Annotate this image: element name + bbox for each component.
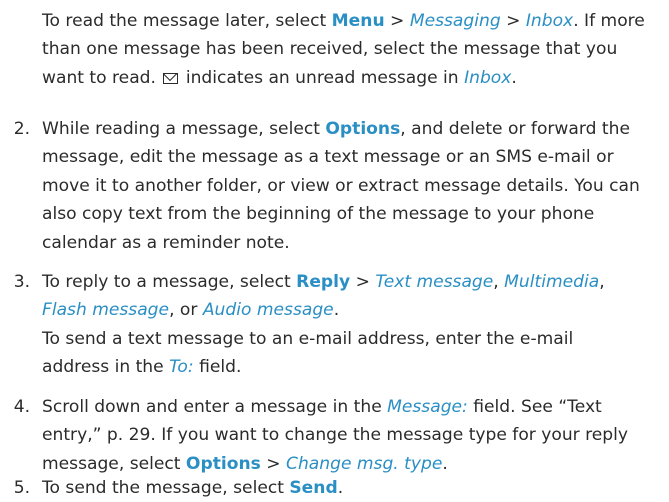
- step-line: To send a text message to an e-mail addr…: [42, 328, 574, 349]
- step-number: 2.: [13, 119, 30, 139]
- menu-term-reply: Reply: [296, 272, 351, 292]
- step-line: To send the message, select Send.: [42, 474, 343, 502]
- text-run: Scroll down and enter a message in the: [42, 397, 388, 417]
- step-number: 3.: [13, 272, 30, 292]
- text-run: , or: [169, 300, 203, 321]
- step-body: To send the message, select Send.: [42, 474, 343, 502]
- intro-line-1: To read the message later, select Menu >…: [42, 7, 669, 35]
- text-run: .: [511, 67, 517, 88]
- path-separator: >: [260, 453, 287, 474]
- step-line: also copy text from the beginning of the…: [42, 204, 595, 225]
- text-run: .: [337, 478, 344, 498]
- intro-line-3: want to read. indicates an unread messag…: [42, 64, 669, 92]
- text-run: To reply to a message, select: [42, 272, 297, 292]
- step-body: Scroll down and enter a message in the M…: [42, 393, 628, 478]
- intro-paragraph: To read the message later, select Menu >…: [42, 7, 669, 92]
- path-separator: >: [350, 272, 376, 292]
- step-line: message, edit the message as a text mess…: [42, 147, 614, 168]
- manual-page: To read the message later, select Menu >…: [0, 0, 669, 502]
- text-run: , and delete or forward the: [400, 119, 630, 139]
- step-line: address in the To: field.: [42, 353, 605, 381]
- menu-path-flash-message: Flash message: [42, 300, 170, 321]
- path-separator: >: [384, 11, 410, 31]
- text-run: field.: [193, 357, 242, 378]
- step-line: entry,” p. 29. If you want to change the…: [42, 425, 629, 446]
- step-body: While reading a message, select Options,…: [42, 115, 640, 257]
- menu-path-multimedia: Multimedia: [504, 272, 600, 292]
- menu-term-send: Send: [289, 478, 338, 498]
- path-separator: >: [500, 11, 526, 31]
- step-line: Scroll down and enter a message in the M…: [42, 393, 628, 421]
- step-line: calendar as a reminder note.: [42, 232, 290, 253]
- field-name-to: To:: [169, 357, 194, 378]
- menu-term-options: Options: [325, 119, 401, 139]
- text-run: message, select: [42, 453, 186, 474]
- menu-path-inbox: Inbox: [525, 11, 574, 31]
- step-number: 5.: [13, 478, 30, 498]
- field-name-message: Message:: [387, 397, 468, 417]
- menu-term-options: Options: [185, 453, 261, 474]
- text-run: want to read.: [42, 67, 162, 88]
- text-run: .: [442, 453, 448, 474]
- intro-line-2: than one message has been received, sele…: [42, 39, 618, 60]
- step-line: move it to another folder, or view or ex…: [42, 175, 640, 196]
- step-number: 4.: [13, 397, 30, 417]
- menu-path-audio-message: Audio message: [202, 300, 334, 321]
- menu-path-messaging: Messaging: [409, 11, 501, 31]
- envelope-icon: [163, 72, 179, 84]
- step-line: To reply to a message, select Reply > Te…: [42, 268, 605, 296]
- text-run: field. See “Text: [467, 397, 602, 417]
- step-body: To reply to a message, select Reply > Te…: [42, 268, 605, 382]
- menu-term: Menu: [331, 11, 385, 31]
- menu-path-change-msg-type: Change msg. type: [286, 453, 443, 474]
- text-run: .: [333, 300, 340, 321]
- step-line: While reading a message, select Options,…: [42, 115, 640, 143]
- menu-path-inbox: Inbox: [464, 67, 512, 88]
- text-run: To read the message later, select: [42, 11, 332, 31]
- text-run: address in the: [42, 357, 170, 378]
- text-run: ,: [493, 272, 505, 292]
- text-run: indicates an unread message in: [180, 67, 465, 88]
- text-run: While reading a message, select: [42, 119, 326, 139]
- menu-path-text-message: Text message: [375, 272, 494, 292]
- text-run: To send the message, select: [42, 478, 290, 498]
- text-run: . If more: [573, 11, 645, 31]
- step-line: Flash message, or Audio message.: [42, 296, 605, 324]
- text-run: ,: [599, 272, 605, 292]
